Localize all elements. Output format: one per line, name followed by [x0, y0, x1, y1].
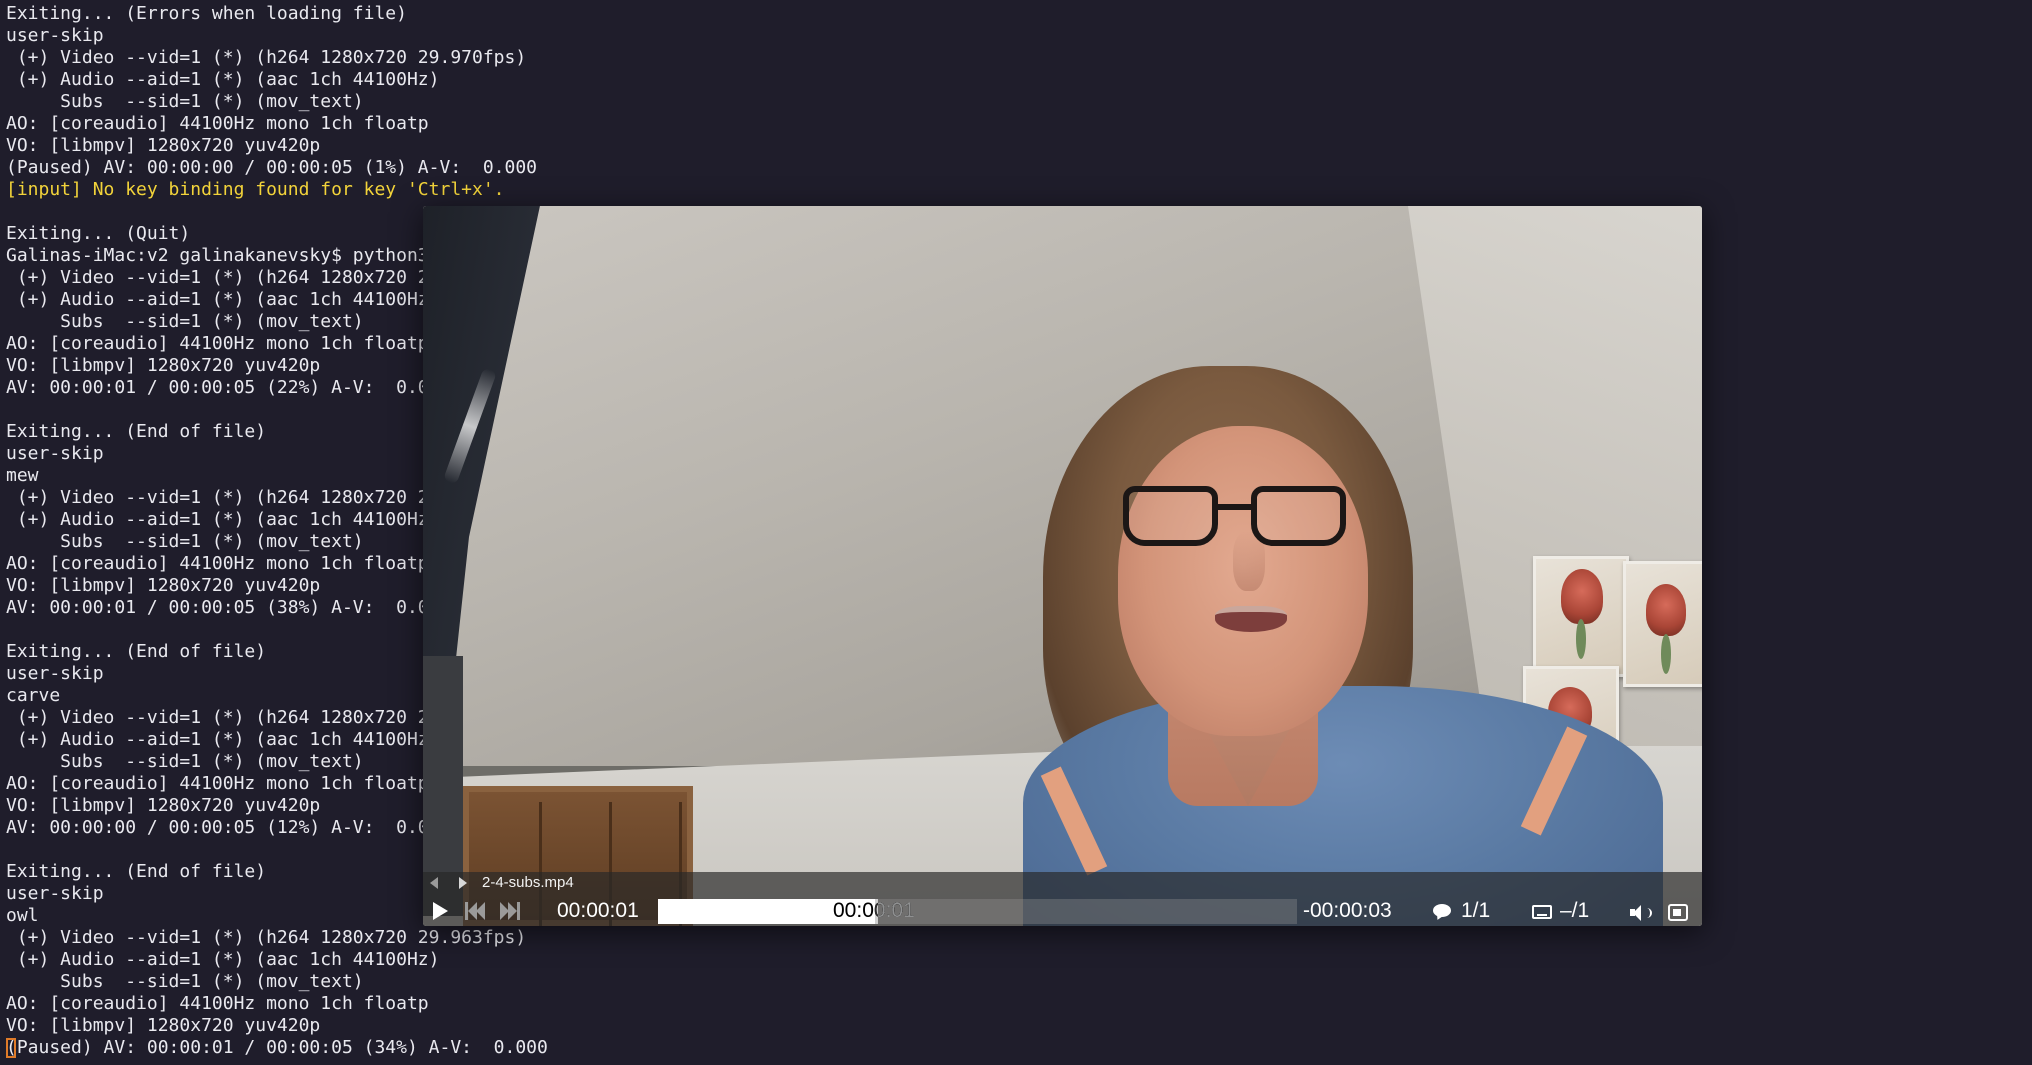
remaining-time[interactable]: -00:00:03 — [1303, 896, 1392, 926]
scene-picture-frame — [1533, 556, 1629, 677]
video-frame[interactable] — [423, 206, 1702, 926]
terminal-line: (+) Audio --aid=1 (*) (aac 1ch 44100Hz) — [6, 69, 440, 90]
terminal-line: AO: [coreaudio] 44100Hz mono 1ch floatp — [6, 113, 429, 134]
playlist-prev-icon[interactable] — [430, 877, 438, 889]
seek-tooltip: 00:00:01 — [833, 899, 915, 922]
seek-bar[interactable]: 00:00:01 — [658, 899, 1297, 924]
window-mode-icon[interactable] — [1668, 904, 1688, 921]
playlist-bar: 2-4-subs.mp4 — [423, 875, 1702, 895]
elapsed-time[interactable]: 00:00:01 — [557, 896, 639, 926]
terminal-line: (+) Audio --aid=1 (*) (aac 1ch 44100Hz) — [6, 949, 440, 970]
video-player-window[interactable]: 2-4-subs.mp4 00:00:01 00:00:01 -00:00:03… — [423, 206, 1702, 926]
terminal-line: Subs --sid=1 (*) (mov_text) — [6, 91, 364, 112]
person-glasses — [1123, 486, 1353, 556]
terminal-line: (Paused) AV: 00:00:00 / 00:00:05 (1%) A-… — [6, 157, 538, 178]
media-title: 2-4-subs.mp4 — [482, 874, 574, 891]
terminal-line: AO: [coreaudio] 44100Hz mono 1ch floatp — [6, 993, 429, 1014]
speech-bubble-icon[interactable] — [1433, 904, 1451, 917]
skip-forward-icon[interactable] — [499, 902, 521, 920]
terminal-line: Exiting... (Errors when loading file) — [6, 3, 407, 24]
scene-picture-frame — [1623, 561, 1702, 687]
skip-back-icon[interactable] — [464, 902, 486, 920]
terminal-line: (+) Video --vid=1 (*) (h264 1280x720 29.… — [6, 47, 527, 68]
terminal-line: (+) Video --vid=1 (*) (h264 1280x720 29.… — [6, 927, 527, 948]
play-icon[interactable] — [433, 902, 448, 920]
transport-bar: 00:00:01 00:00:01 -00:00:03 1/1 –/1 — [423, 896, 1702, 926]
playlist-next-icon[interactable] — [459, 877, 467, 889]
terminal-line: VO: [libmpv] 1280x720 yuv420p — [6, 135, 321, 156]
subtitle-track-indicator[interactable]: 1/1 — [1461, 896, 1490, 926]
speaker-icon[interactable] — [1630, 905, 1652, 921]
player-controls: 2-4-subs.mp4 00:00:01 00:00:01 -00:00:03… — [423, 872, 1702, 926]
terminal-line: Subs --sid=1 (*) (mov_text) — [6, 971, 364, 992]
terminal-line: [input] No key binding found for key 'Ct… — [6, 179, 505, 200]
terminal-line: user-skip — [6, 25, 104, 46]
terminal-line: (Paused) AV: 00:00:01 / 00:00:05 (34%) A… — [6, 1037, 548, 1058]
terminal-cursor — [6, 1038, 16, 1058]
person-mouth — [1215, 606, 1287, 632]
terminal-line: VO: [libmpv] 1280x720 yuv420p — [6, 1015, 321, 1036]
audio-track-indicator[interactable]: –/1 — [1560, 896, 1589, 926]
audio-track-icon[interactable] — [1532, 905, 1552, 919]
